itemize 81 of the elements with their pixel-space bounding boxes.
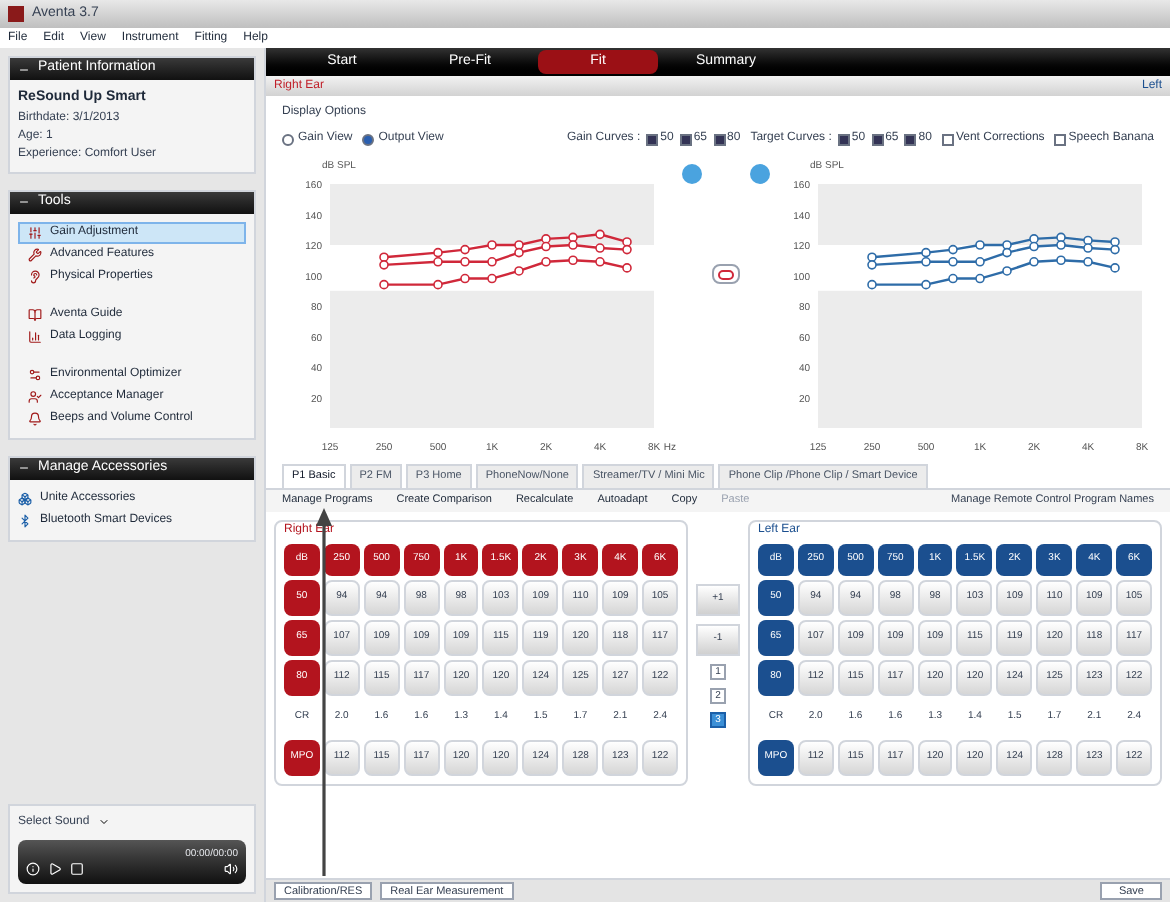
point [622, 263, 632, 273]
checkbox[interactable] [837, 133, 850, 145]
point [487, 256, 497, 267]
checkbox[interactable] [679, 133, 692, 145]
point [1110, 263, 1120, 273]
point [867, 252, 877, 262]
point [379, 279, 389, 290]
point [1029, 241, 1039, 252]
checkbox[interactable] [713, 133, 725, 145]
point [514, 266, 524, 276]
point [1002, 247, 1012, 258]
point [1029, 234, 1039, 244]
tool-icon [28, 247, 42, 261]
point [595, 229, 605, 240]
point [948, 273, 958, 284]
point [921, 256, 931, 267]
stop-icon[interactable] [70, 862, 84, 876]
point [541, 256, 551, 267]
point [433, 256, 443, 267]
point [595, 243, 605, 253]
app-icon [8, 6, 24, 22]
point [433, 279, 443, 290]
tool-icon [28, 225, 42, 239]
point [541, 241, 551, 252]
volume-icon[interactable] [224, 862, 238, 876]
checkbox[interactable] [646, 133, 659, 145]
point [1110, 237, 1120, 247]
point [487, 273, 497, 284]
point [622, 244, 632, 255]
point [948, 256, 958, 267]
tool-icon [28, 307, 42, 321]
tool-icon [28, 411, 42, 425]
checkbox[interactable] [904, 133, 917, 145]
point [921, 279, 931, 290]
point [1002, 266, 1012, 276]
point [1029, 256, 1039, 267]
radio-button[interactable] [362, 133, 375, 145]
point [568, 255, 578, 266]
accessory-icon [18, 513, 32, 527]
point [595, 256, 605, 267]
dropdown-icon [97, 816, 110, 828]
checkbox[interactable] [941, 133, 954, 145]
point [433, 247, 443, 258]
point [514, 240, 524, 250]
point [487, 240, 497, 250]
collapse-icon [18, 63, 30, 75]
info-icon[interactable] [26, 862, 40, 876]
point [948, 244, 958, 255]
accessory-icon [18, 491, 32, 505]
point [921, 247, 931, 258]
tool-icon [28, 329, 42, 343]
point [1083, 243, 1093, 253]
tool-icon [28, 389, 42, 403]
collapse-icon [18, 196, 30, 208]
checkbox[interactable] [1054, 133, 1067, 145]
tool-icon [28, 367, 42, 381]
point [460, 244, 470, 255]
point [975, 256, 985, 267]
point [867, 279, 877, 290]
point [622, 237, 632, 247]
point [460, 256, 470, 267]
point [568, 240, 578, 250]
point [460, 273, 470, 284]
point [379, 252, 389, 262]
point [975, 273, 985, 284]
radio-button[interactable] [282, 133, 294, 145]
point [1056, 255, 1066, 266]
point [514, 247, 524, 258]
point [1002, 240, 1012, 250]
collapse-icon [18, 462, 30, 474]
point [1110, 244, 1120, 255]
checkbox[interactable] [871, 133, 884, 145]
link-ears-icon[interactable] [712, 264, 740, 284]
point [975, 240, 985, 250]
point [867, 260, 877, 270]
play-icon[interactable] [48, 862, 62, 876]
point [541, 234, 551, 244]
point [1083, 256, 1093, 267]
point [1056, 240, 1066, 250]
tool-icon [28, 269, 42, 283]
point [379, 260, 389, 270]
